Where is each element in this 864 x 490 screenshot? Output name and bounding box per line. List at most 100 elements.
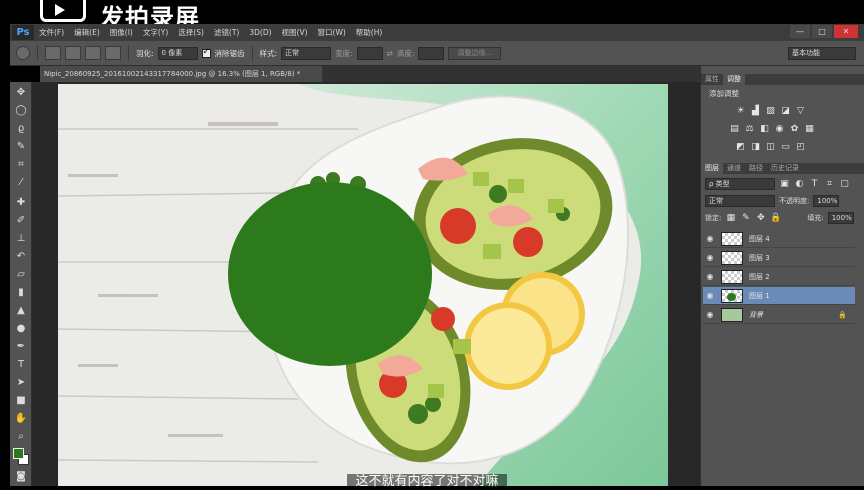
subtract-selection-icon[interactable] <box>85 46 101 60</box>
add-selection-icon[interactable] <box>65 46 81 60</box>
quick-mask-icon[interactable]: ◙ <box>13 470 29 484</box>
quick-select-tool-icon[interactable]: ✎ <box>13 140 29 154</box>
menu-edit[interactable]: 编辑(E) <box>69 27 105 38</box>
lock-transparent-icon[interactable]: ▦ <box>725 213 736 223</box>
threshold-icon[interactable]: ◫ <box>765 142 776 152</box>
opacity-input[interactable]: 100% <box>813 195 840 207</box>
hand-tool-icon[interactable]: ✋ <box>13 412 29 426</box>
posterize-icon[interactable]: ◨ <box>750 142 761 152</box>
selective-color-icon[interactable]: ◰ <box>795 142 806 152</box>
recorder-bar: 发拍录屏 <box>0 0 864 32</box>
menu-select[interactable]: 选择(S) <box>173 27 209 38</box>
pen-tool-icon[interactable]: ✒ <box>13 340 29 354</box>
antialias-checkbox[interactable] <box>201 47 211 58</box>
eye-icon[interactable]: ◉ <box>703 291 717 300</box>
eyedropper-tool-icon[interactable]: ⁄ <box>13 176 29 190</box>
menu-view[interactable]: 视图(V) <box>277 27 313 38</box>
brightness-icon[interactable]: ☀ <box>735 106 746 116</box>
dodge-tool-icon[interactable]: ● <box>13 322 29 336</box>
layer-row[interactable]: ◉ 图层 2 <box>703 268 855 286</box>
layer-filter-select[interactable]: ρ 类型 <box>705 178 775 190</box>
photo-filter-icon[interactable]: ◉ <box>774 124 785 134</box>
tab-adjust[interactable]: 调整 <box>723 74 745 85</box>
tab-history[interactable]: 历史记录 <box>767 163 803 174</box>
blend-mode-select[interactable]: 正常 <box>705 195 775 207</box>
height-input[interactable] <box>418 46 445 60</box>
intersect-selection-icon[interactable] <box>105 46 121 60</box>
eye-icon[interactable]: ◉ <box>703 310 717 319</box>
layer-row-selected[interactable]: ◉ 图层 1 <box>703 287 855 305</box>
new-selection-icon[interactable] <box>45 46 61 60</box>
exposure-icon[interactable]: ◪ <box>780 106 791 116</box>
marquee-tool-icon[interactable]: ◯ <box>13 104 29 118</box>
color-lookup-icon[interactable]: ▦ <box>804 124 815 134</box>
menu-type[interactable]: 文字(Y) <box>138 27 173 38</box>
fill-input[interactable]: 100% <box>827 212 854 224</box>
ellipse-marquee-icon[interactable] <box>16 46 30 60</box>
eye-icon[interactable]: ◉ <box>703 253 717 262</box>
foreground-color-swatch[interactable] <box>13 448 24 459</box>
zoom-tool-icon[interactable]: ⌕ <box>13 430 29 444</box>
layer-row[interactable]: ◉ 图层 4 <box>703 230 855 248</box>
black-white-icon[interactable]: ◧ <box>759 124 770 134</box>
healing-tool-icon[interactable]: ✚ <box>13 196 29 210</box>
eye-icon[interactable]: ◉ <box>703 234 717 243</box>
menu-file[interactable]: 文件(F) <box>34 27 69 38</box>
filter-type-icon[interactable]: T <box>809 179 820 189</box>
color-balance-icon[interactable]: ⚖ <box>744 124 755 134</box>
brush-tool-icon[interactable]: ✐ <box>13 214 29 228</box>
crop-tool-icon[interactable]: ⌗ <box>13 158 29 172</box>
shape-tool-icon[interactable]: ■ <box>13 394 29 408</box>
document-tab[interactable]: Nipic_20860925_20161002143317784000.jpg … <box>40 66 322 82</box>
lock-position-icon[interactable]: ✥ <box>755 213 766 223</box>
filter-pixel-icon[interactable]: ▣ <box>779 179 790 189</box>
layer-row[interactable]: ◉ 背景 🔒 <box>703 306 855 324</box>
menu-3d[interactable]: 3D(D) <box>244 28 276 37</box>
lock-all-icon[interactable]: 🔒 <box>770 213 781 223</box>
vibrance-icon[interactable]: ▽ <box>795 106 806 116</box>
menu-filter[interactable]: 滤镜(T) <box>209 27 244 38</box>
blur-tool-icon[interactable]: ▲ <box>13 304 29 318</box>
menu-window[interactable]: 窗口(W) <box>313 27 351 38</box>
move-tool-icon[interactable]: ✥ <box>13 86 29 100</box>
filter-shape-icon[interactable]: ⌗ <box>824 179 835 189</box>
gradient-map-icon[interactable]: ▭ <box>780 142 791 152</box>
tools-panel: ✥ ◯ ϱ ✎ ⌗ ⁄ ✚ ✐ ⊥ ↶ ▱ ▮ ▲ ● ✒ T ➤ ■ ✋ ⌕ … <box>10 82 32 486</box>
history-brush-tool-icon[interactable]: ↶ <box>13 250 29 264</box>
tab-paths[interactable]: 路径 <box>745 163 767 174</box>
channel-mixer-icon[interactable]: ✿ <box>789 124 800 134</box>
swap-icon[interactable]: ⇄ <box>387 49 393 58</box>
path-select-tool-icon[interactable]: ➤ <box>13 376 29 390</box>
layer-filter-row: ρ 类型 ▣ ◐ T ⌗ ▢ <box>705 178 850 190</box>
workspace-select[interactable]: 基本功能 <box>788 47 856 60</box>
width-input[interactable] <box>356 46 383 60</box>
maximize-button[interactable]: □ <box>812 25 832 38</box>
lock-pixels-icon[interactable]: ✎ <box>740 213 751 223</box>
lock-row: 锁定: ▦ ✎ ✥ 🔒 填充: 100% <box>705 212 854 224</box>
style-select[interactable]: 正常 <box>281 46 332 60</box>
menu-help[interactable]: 帮助(H) <box>351 27 388 38</box>
levels-icon[interactable]: ▟ <box>750 106 761 116</box>
tab-properties[interactable]: 属性 <box>701 74 723 85</box>
gradient-tool-icon[interactable]: ▮ <box>13 286 29 300</box>
refine-edge-button[interactable]: 调整边缘... <box>448 46 502 60</box>
antialias-label: 消除锯齿 <box>214 48 245 58</box>
lasso-tool-icon[interactable]: ϱ <box>13 122 29 136</box>
hue-icon[interactable]: ▤ <box>729 124 740 134</box>
filter-smart-icon[interactable]: ▢ <box>839 179 850 189</box>
menu-image[interactable]: 图像(I) <box>105 27 138 38</box>
curves-icon[interactable]: ▨ <box>765 106 776 116</box>
filter-adjust-icon[interactable]: ◐ <box>794 179 805 189</box>
minimize-button[interactable]: — <box>790 25 810 38</box>
type-tool-icon[interactable]: T <box>13 358 29 372</box>
tab-channels[interactable]: 通道 <box>723 163 745 174</box>
feather-input[interactable]: 0 像素 <box>157 46 198 60</box>
invert-icon[interactable]: ◩ <box>735 142 746 152</box>
layer-row[interactable]: ◉ 图层 3 <box>703 249 855 267</box>
eraser-tool-icon[interactable]: ▱ <box>13 268 29 282</box>
stamp-tool-icon[interactable]: ⊥ <box>13 232 29 246</box>
document-canvas[interactable] <box>58 84 668 486</box>
close-button[interactable]: ✕ <box>834 25 858 38</box>
tab-layers[interactable]: 图层 <box>701 163 723 174</box>
eye-icon[interactable]: ◉ <box>703 272 717 281</box>
